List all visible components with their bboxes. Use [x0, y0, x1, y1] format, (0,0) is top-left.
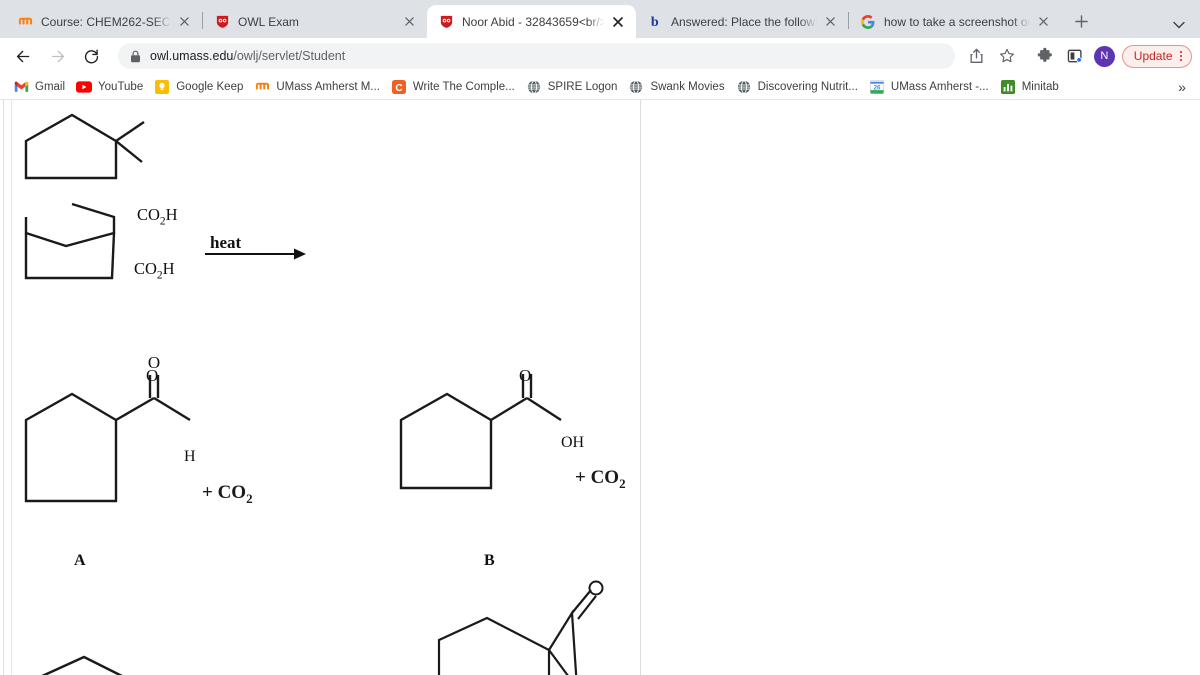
tab-title: Answered: Place the following	[671, 14, 817, 29]
tab-title: Noor Abid - 32843659<br/> S	[462, 14, 605, 29]
bookmark-gmail[interactable]: Gmail	[10, 76, 73, 98]
svg-text:b: b	[650, 14, 658, 30]
option-a-byproducts: + CO2	[202, 482, 253, 506]
back-arrow-icon[interactable]	[8, 41, 38, 71]
spiro-cyclopropanedione-structure	[437, 580, 604, 675]
moodle-icon	[254, 79, 270, 95]
page-content: CO2H CO2H heat O O H + CO2 A O OH + CO2 …	[0, 100, 1200, 675]
gmail-icon	[13, 79, 29, 95]
reload-icon[interactable]	[76, 41, 106, 71]
tab-title: OWL Exam	[238, 14, 299, 29]
bookmark-label: Discovering Nutrit...	[757, 80, 858, 93]
bookmark-google-keep[interactable]: Google Keep	[151, 76, 251, 98]
reaction-condition-label: heat	[210, 233, 242, 252]
tab-bartleby-answer[interactable]: b Answered: Place the following	[636, 5, 848, 38]
tab-noor-abid-active[interactable]: Noor Abid - 32843659<br/> S	[427, 5, 636, 38]
option-a-hydrogen-label: H	[184, 448, 196, 465]
tab-close-icon[interactable]	[1034, 13, 1052, 31]
avatar[interactable]: N	[1093, 45, 1115, 67]
bookmarks-overflow-icon[interactable]: »	[1172, 79, 1192, 95]
bookmark-label: SPIRE Logon	[547, 80, 618, 93]
svg-text:C: C	[395, 82, 402, 93]
side-panel-icon[interactable]	[1061, 42, 1089, 70]
url-domain: owl.umass.edu	[150, 49, 234, 63]
tab-strip: Course: CHEM262-SEC01 Orga OWL Exam	[0, 5, 1200, 38]
puzzle-piece-icon[interactable]	[1031, 42, 1059, 70]
svg-text:26: 26	[874, 84, 881, 91]
owl-shield-icon	[214, 14, 230, 30]
share-icon[interactable]	[963, 42, 991, 70]
co2h-label-top: CO2H	[137, 205, 178, 228]
browser-chrome-top: Course: CHEM262-SEC01 Orga OWL Exam	[0, 0, 1200, 38]
bookmark-swank-movies[interactable]: Swank Movies	[625, 76, 732, 98]
tab-google-search[interactable]: how to take a screenshot on m	[849, 5, 1061, 38]
tab-close-icon[interactable]	[400, 13, 418, 31]
bookmark-label: Swank Movies	[650, 80, 725, 93]
bookmark-discovering-nutrition[interactable]: Discovering Nutrit...	[733, 76, 866, 98]
bookmark-label: Minitab	[1021, 80, 1059, 93]
tab-title: how to take a screenshot on m	[884, 14, 1030, 29]
google-icon	[860, 14, 876, 30]
co2h-label-bottom: CO2H	[134, 259, 175, 282]
lock-icon	[130, 50, 141, 63]
bookmark-umass-moodle[interactable]: UMass Amherst M...	[251, 76, 388, 98]
star-icon[interactable]	[993, 42, 1021, 70]
reaction-scheme: CO2H CO2H	[4, 100, 324, 281]
bartleby-icon: b	[647, 14, 663, 30]
option-c-structure	[32, 655, 172, 675]
globe-icon	[526, 79, 542, 95]
bookmark-chegg-write[interactable]: C Write The Comple...	[388, 76, 523, 98]
bookmark-minitab[interactable]: Minitab	[997, 76, 1067, 98]
tab-close-icon[interactable]	[175, 13, 193, 31]
bookmark-youtube[interactable]: YouTube	[73, 76, 151, 98]
tab-owl-exam[interactable]: OWL Exam	[203, 5, 427, 38]
tab-title: Course: CHEM262-SEC01 Orga	[41, 14, 171, 29]
browser-toolbar: owl.umass.edu/owlj/servlet/Student N Upd…	[0, 38, 1200, 74]
option-b-letter: B	[484, 552, 495, 569]
bookmark-label: YouTube	[98, 80, 144, 93]
bookmark-spire-logon[interactable]: SPIRE Logon	[523, 76, 626, 98]
option-b-hydroxyl-label: OH	[561, 434, 585, 451]
bookmark-label: Google Keep	[176, 80, 244, 93]
url-text: owl.umass.edu/owlj/servlet/Student	[150, 49, 345, 63]
option-a-structure: O	[14, 353, 224, 520]
tab-moodle-course[interactable]: Course: CHEM262-SEC01 Orga	[6, 5, 202, 38]
option-a-oxygen-label: O	[146, 366, 159, 385]
forward-arrow-icon[interactable]	[42, 41, 72, 71]
moodle-icon	[17, 14, 33, 30]
globe-icon	[628, 79, 644, 95]
google-calendar-icon: 26	[869, 79, 885, 95]
bookmark-umass-calendar[interactable]: 26 UMass Amherst -...	[866, 76, 997, 98]
tab-close-icon[interactable]	[609, 13, 627, 31]
bookmark-label: Write The Comple...	[412, 80, 515, 93]
option-b-oxygen-label: O	[519, 366, 532, 385]
chegg-icon: C	[391, 79, 407, 95]
globe-icon	[736, 79, 752, 95]
option-d-structure	[429, 578, 619, 675]
bookmark-label: UMass Amherst M...	[276, 80, 380, 93]
new-tab-button[interactable]	[1067, 8, 1095, 36]
youtube-icon	[76, 79, 93, 95]
bookmark-label: UMass Amherst -...	[890, 80, 989, 93]
browser-window: Course: CHEM262-SEC01 Orga OWL Exam	[0, 0, 1200, 675]
owl-shield-icon	[438, 14, 454, 30]
bookmarks-bar: Gmail YouTube Google Keep UMass Amherst …	[0, 74, 1200, 100]
option-a-letter: A	[74, 552, 86, 569]
minitab-icon	[1000, 79, 1016, 95]
cyclopentanecarbaldehyde-structure: O	[24, 353, 191, 503]
toolbar-actions: N Update	[963, 42, 1192, 70]
tab-search-chevron-icon[interactable]	[1166, 12, 1192, 38]
three-dot-menu-icon[interactable]	[1179, 50, 1182, 62]
cyclopentene-structure	[41, 655, 123, 675]
update-button[interactable]: Update	[1121, 44, 1192, 68]
google-keep-icon	[154, 79, 170, 95]
update-label: Update	[1133, 49, 1173, 63]
address-bar[interactable]: owl.umass.edu/owlj/servlet/Student	[118, 43, 955, 69]
url-path: /owlj/servlet/Student	[233, 49, 346, 63]
question-content-column: CO2H CO2H heat O O H + CO2 A O OH + CO2 …	[3, 100, 641, 675]
reactant-structure-diacid	[24, 113, 145, 280]
bookmark-label: Gmail	[35, 80, 66, 93]
option-b-byproducts: + CO2	[575, 467, 626, 491]
tab-close-icon[interactable]	[821, 13, 839, 31]
